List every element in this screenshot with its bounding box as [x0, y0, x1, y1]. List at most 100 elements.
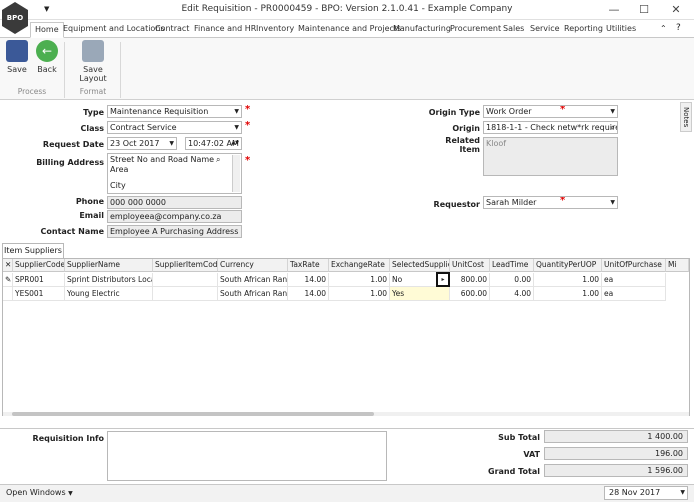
table-cell[interactable]: 1.00 — [534, 273, 602, 287]
required-marker: * — [245, 155, 251, 166]
column-header[interactable]: SupplierName — [65, 259, 153, 272]
column-header[interactable]: SelectedSupplier — [390, 259, 450, 272]
request-date-label: Request Date — [42, 140, 104, 149]
table-cell[interactable] — [153, 287, 218, 301]
table-cell[interactable]: 4.00 — [490, 287, 534, 301]
back-label: Back — [37, 65, 57, 74]
requestor-value: Sarah Milder — [486, 198, 537, 207]
notes-side-tab[interactable]: Notes — [680, 102, 692, 132]
row-indicator — [3, 287, 13, 301]
tab-equipment-and-locations[interactable]: Equipment and Locations — [63, 22, 165, 38]
chevron-down-icon: ▼ — [610, 108, 615, 115]
tab-utilities[interactable]: Utilities — [606, 22, 636, 38]
chevron-down-icon: ▼ — [234, 124, 239, 131]
open-windows-button[interactable]: Open Windows ▼ — [6, 488, 73, 497]
column-header[interactable]: ExchangeRate — [329, 259, 390, 272]
origin-type-label: Origin Type — [428, 108, 480, 117]
back-arrow-icon: ← — [36, 40, 58, 62]
search-icon[interactable]: ⌕ — [611, 122, 615, 133]
help-icon[interactable]: ? — [676, 23, 681, 33]
status-bar — [0, 484, 694, 502]
tab-finance-and-hr[interactable]: Finance and HR — [194, 22, 256, 38]
email-label: Email — [79, 211, 104, 220]
minimize-icon[interactable]: — — [600, 2, 628, 18]
class-select[interactable]: Contract Service ▼ — [107, 121, 242, 134]
table-cell[interactable]: 0.00 — [490, 273, 534, 287]
table-cell[interactable]: Young Electric — [65, 287, 153, 301]
type-label: Type — [83, 108, 104, 117]
request-date-input[interactable]: 23 Oct 2017 ▼ — [107, 137, 177, 150]
tab-inventory[interactable]: Inventory — [256, 22, 294, 38]
tab-service[interactable]: Service — [530, 22, 560, 38]
table-cell[interactable] — [153, 273, 218, 287]
origin-field[interactable]: 1818-1-1 - Check netw*rk require... ⌕ — [483, 121, 618, 134]
save-button[interactable]: Save — [0, 40, 34, 74]
column-header[interactable]: UnitCost — [450, 259, 490, 272]
table-cell[interactable]: 14.00 — [288, 287, 329, 301]
tab-item-suppliers[interactable]: Item Suppliers — [2, 243, 64, 258]
vat-label: VAT — [523, 450, 540, 459]
group-process-label: Process — [17, 87, 47, 96]
maximize-icon[interactable]: ☐ — [630, 2, 658, 18]
table-cell[interactable]: Sprint Distributors Local — [65, 273, 153, 287]
table-cell[interactable]: South African Rand — [218, 273, 288, 287]
tab-home[interactable]: Home — [30, 22, 64, 38]
table-cell[interactable]: 1.00 — [329, 273, 390, 287]
table-cell[interactable]: 600.00 — [450, 287, 490, 301]
subtotal-field: 1 400.00 — [544, 430, 688, 443]
column-header[interactable]: SupplierCode — [13, 259, 65, 272]
tab-manufacturing[interactable]: Manufacturing — [393, 22, 451, 38]
back-button[interactable]: ← Back — [30, 40, 64, 74]
tab-contract[interactable]: Contract — [155, 22, 189, 38]
required-marker: * — [560, 105, 566, 115]
chevron-down-icon: ▼ — [68, 490, 73, 497]
column-header[interactable]: TaxRate — [288, 259, 329, 272]
request-date-value: 23 Oct 2017 — [110, 139, 160, 148]
tab-maintenance-and-projects[interactable]: Maintenance and Projects — [298, 22, 401, 38]
grand-total-field: 1 596.00 — [544, 464, 688, 477]
ribbon-collapse-icon[interactable]: ⌃ — [660, 24, 667, 33]
column-header[interactable]: LeadTime — [490, 259, 534, 272]
related-label-line-2: Item — [459, 145, 480, 154]
grand-total-label: Grand Total — [488, 467, 540, 476]
close-icon[interactable]: ✕ — [662, 2, 690, 18]
status-date-field[interactable]: 28 Nov 2017 ▼ — [604, 486, 688, 500]
type-select[interactable]: Maintenance Requisition ▼ — [107, 105, 242, 118]
requisition-info-textarea[interactable] — [107, 431, 387, 481]
origin-type-select[interactable]: Work Order * ▼ — [483, 105, 618, 118]
table-cell[interactable]: 14.00 — [288, 273, 329, 287]
tab-reporting[interactable]: Reporting — [564, 22, 603, 38]
billing-line-2: Area — [110, 165, 129, 174]
save-layout-button[interactable]: Save Layout — [70, 40, 116, 83]
tab-sales[interactable]: Sales — [503, 22, 524, 38]
table-cell[interactable]: ea — [602, 273, 666, 287]
column-header[interactable]: QuantityPerUOP — [534, 259, 602, 272]
search-icon[interactable]: ⌕ — [216, 155, 220, 165]
save-layout-label: Save Layout — [79, 65, 107, 83]
contact-name-label: Contact Name — [40, 227, 105, 236]
column-header[interactable]: SupplierItemCode — [153, 259, 218, 272]
table-cell[interactable]: South African Rand — [218, 287, 288, 301]
requestor-label: Requestor — [433, 200, 480, 209]
table-cell[interactable]: 800.00 — [450, 273, 490, 287]
column-header[interactable]: Mi — [666, 259, 689, 272]
window-title: Edit Requisition - PR0000459 - BPO: Vers… — [181, 4, 513, 14]
table-cell[interactable]: YES001 — [13, 287, 65, 301]
scrollbar[interactable] — [232, 155, 240, 192]
table-cell[interactable]: SPR001 — [13, 273, 65, 287]
logo-text: BPO — [6, 14, 24, 22]
tab-procurement[interactable]: Procurement — [450, 22, 501, 38]
scrollbar-thumb[interactable] — [12, 412, 374, 416]
request-time-input[interactable]: 10:47:02 AM ▲▼ — [185, 137, 242, 150]
column-header[interactable]: Currency — [218, 259, 288, 272]
requestor-select[interactable]: Sarah Milder * ▼ — [483, 196, 618, 209]
table-cell[interactable]: 1.00 — [329, 287, 390, 301]
dropdown-button[interactable]: ▸ — [436, 272, 450, 287]
billing-address-textarea[interactable]: Street No and Road Name Area City ⌕ — [107, 153, 242, 194]
table-cell[interactable]: 1.00 — [534, 287, 602, 301]
table-cell[interactable]: ea — [602, 287, 666, 301]
close-icon[interactable]: ✕ — [3, 259, 13, 272]
column-header[interactable]: UnitOfPurchase — [602, 259, 666, 272]
table-cell[interactable]: Yes — [390, 287, 450, 301]
origin-value: 1818-1-1 - Check netw*rk require... — [486, 123, 618, 132]
